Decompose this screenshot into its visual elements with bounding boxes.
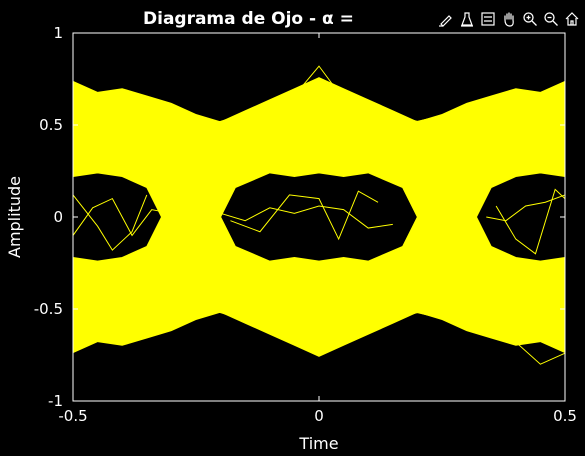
- y-tick-label: -1: [48, 392, 63, 410]
- legend-icon[interactable]: [478, 9, 497, 29]
- chart-title: Diagrama de Ojo - α =: [143, 9, 354, 29]
- eye-diagram-chart: -0.5 0 0.5-1-0.500.51TimeAmplitudeDiagrama…: [5, 9, 577, 453]
- brush-icon[interactable]: [436, 9, 455, 29]
- y-tick-label: 1: [53, 24, 63, 42]
- zoom-out-icon[interactable]: [541, 9, 560, 29]
- eye-opening-2: [220, 172, 418, 262]
- y-tick-label: -0.5: [34, 300, 63, 318]
- home-icon[interactable]: [562, 9, 581, 29]
- x-tick-label: 0.5: [553, 407, 577, 425]
- axes-toolbar: [436, 8, 581, 30]
- x-tick-label: 0: [314, 407, 324, 425]
- pan-icon[interactable]: [499, 9, 518, 29]
- y-axis-label: Amplitude: [5, 176, 24, 258]
- y-tick-label: 0: [53, 208, 63, 226]
- x-axis-label: Time: [298, 434, 338, 453]
- data-tips-icon[interactable]: [457, 9, 476, 29]
- zoom-in-icon[interactable]: [520, 9, 539, 29]
- figure-window: -0.5 0 0.5 -1 -0.5 0 0.5 1 Time Amplitude Diagrama…: [0, 0, 585, 456]
- y-tick-label: 0.5: [39, 116, 63, 134]
